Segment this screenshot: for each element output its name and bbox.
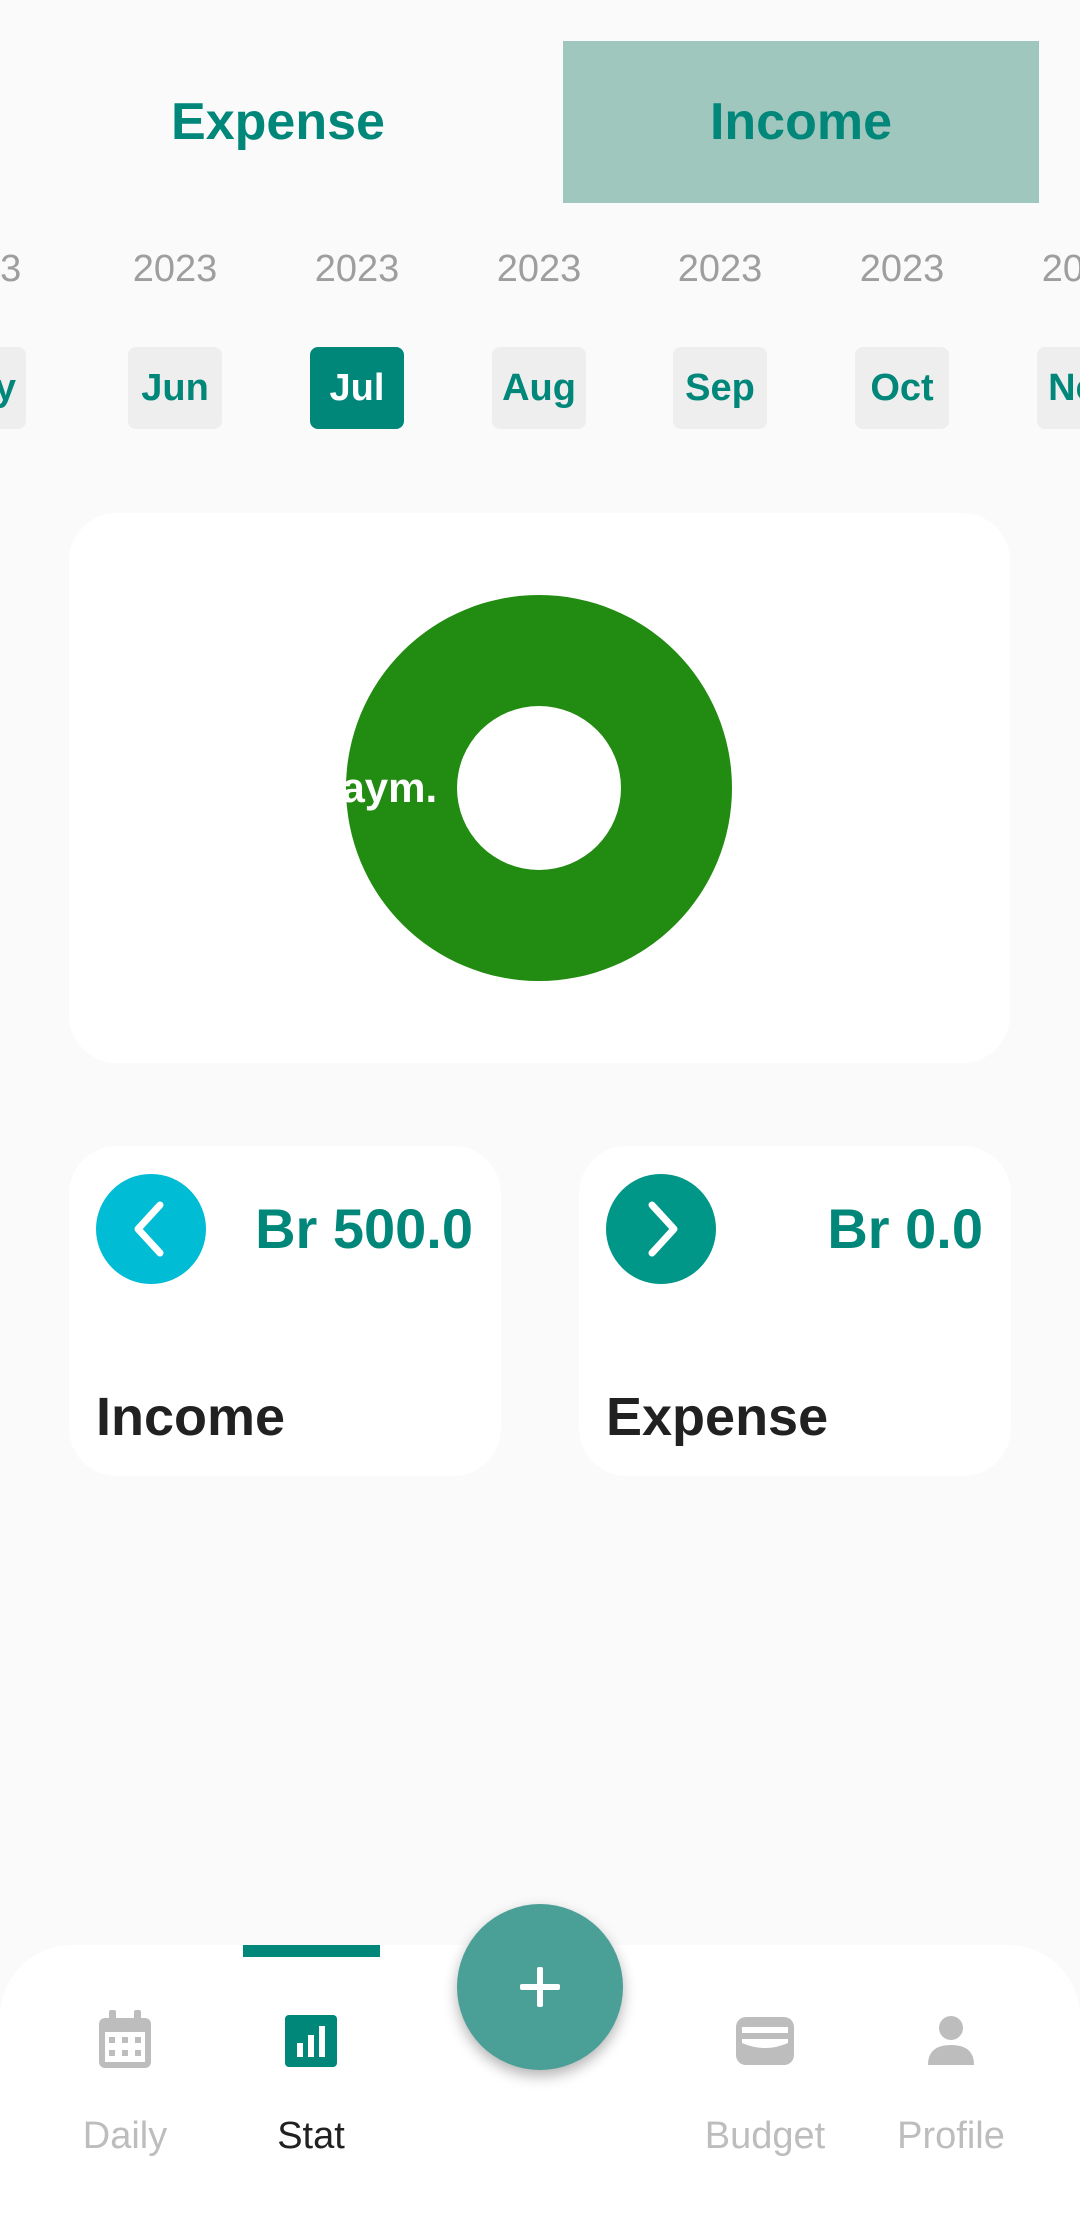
chart-card: paym. bbox=[69, 513, 1010, 1063]
month-item-oct[interactable]: 2023 Oct bbox=[822, 240, 982, 440]
donut-chart[interactable]: paym. bbox=[69, 513, 1010, 1063]
month-item-jun[interactable]: 2023 Jun bbox=[95, 240, 255, 440]
month-pill-selected[interactable]: Jul bbox=[310, 347, 404, 429]
expense-amount: Br 0.0 bbox=[827, 1197, 983, 1260]
month-year: 2023 bbox=[677, 248, 763, 290]
person-icon bbox=[928, 2016, 974, 2065]
calendar-icon bbox=[99, 2010, 151, 2068]
tab-income[interactable]: Income bbox=[563, 41, 1039, 203]
expense-label: Expense bbox=[606, 1387, 829, 1447]
nav-item-budget[interactable]: Budget bbox=[680, 1945, 850, 2220]
month-pill[interactable]: May bbox=[0, 347, 26, 429]
month-item-aug[interactable]: 2023 Aug bbox=[459, 240, 619, 440]
nav-label-daily: Daily bbox=[82, 2115, 168, 2157]
nav-item-daily[interactable]: Daily bbox=[40, 1945, 210, 2220]
month-pill[interactable]: Sep bbox=[673, 347, 767, 429]
month-item-jul[interactable]: 2023 Jul bbox=[277, 240, 437, 440]
plus-icon bbox=[520, 1967, 560, 2007]
donut-slice-label: paym. bbox=[316, 764, 437, 811]
add-transaction-button[interactable] bbox=[457, 1904, 623, 2070]
bar-chart-icon bbox=[285, 2015, 337, 2067]
nav-item-stat[interactable]: Stat bbox=[226, 1945, 396, 2220]
tab-expense[interactable]: Expense bbox=[46, 41, 510, 203]
income-label: Income bbox=[96, 1387, 286, 1447]
month-item-nov[interactable]: 2023 Nov bbox=[1004, 240, 1080, 440]
month-selector[interactable]: 2023 May 2023 Jun 2023 Jul 2023 Aug 2023… bbox=[0, 240, 1080, 440]
month-year: 2023 bbox=[132, 248, 218, 290]
month-pill[interactable]: Jun bbox=[128, 347, 222, 429]
month-item-sep[interactable]: 2023 Sep bbox=[640, 240, 800, 440]
nav-label-stat: Stat bbox=[277, 2115, 345, 2157]
chevron-right-icon bbox=[648, 1201, 678, 1257]
income-prev-button[interactable] bbox=[96, 1174, 206, 1284]
income-summary-card[interactable]: Br 500.0 Income bbox=[69, 1146, 501, 1476]
month-pill[interactable]: Oct bbox=[855, 347, 949, 429]
nav-label-profile: Profile bbox=[897, 2115, 1005, 2157]
month-year: 2023 bbox=[314, 248, 400, 290]
expense-summary-card[interactable]: Br 0.0 Expense bbox=[579, 1146, 1011, 1476]
month-pill[interactable]: Nov bbox=[1037, 347, 1080, 429]
expense-next-button[interactable] bbox=[606, 1174, 716, 1284]
month-year: 2023 bbox=[496, 248, 582, 290]
month-year: 2023 bbox=[1041, 248, 1080, 290]
nav-label-budget: Budget bbox=[704, 2115, 826, 2157]
income-amount: Br 500.0 bbox=[255, 1197, 473, 1260]
month-pill[interactable]: Aug bbox=[492, 347, 586, 429]
chevron-left-icon bbox=[134, 1201, 164, 1257]
type-tabs: Expense Income bbox=[0, 41, 1080, 203]
month-item-may[interactable]: 2023 May bbox=[0, 240, 59, 440]
nav-item-profile[interactable]: Profile bbox=[866, 1945, 1036, 2220]
month-year: 2023 bbox=[0, 248, 22, 290]
month-year: 2023 bbox=[859, 248, 945, 290]
wallet-icon bbox=[736, 2017, 794, 2065]
